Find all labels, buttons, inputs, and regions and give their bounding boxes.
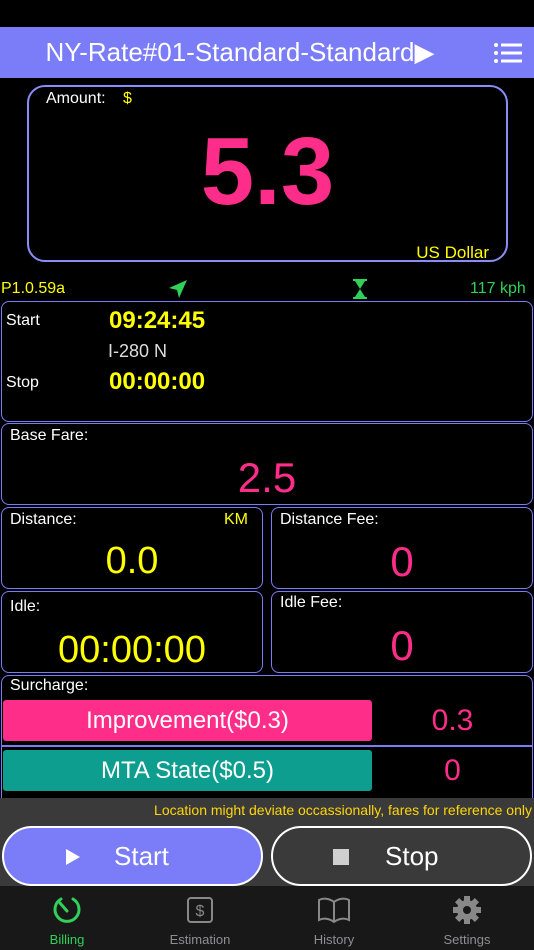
tab-label: Billing <box>49 932 85 947</box>
trip-panel: Start 09:24:45 I-280 N Stop 00:00:00 <box>1 301 533 422</box>
divider <box>1 745 533 747</box>
play-icon <box>64 848 82 866</box>
amount-value: 5.3 <box>200 118 335 225</box>
tab-bar: Billing $ Estimation History Settings <box>0 886 534 950</box>
tab-settings[interactable]: Settings <box>417 886 517 950</box>
speed-number: 117 <box>470 280 496 297</box>
rate-title[interactable]: NY-Rate#01-Standard-Standard▶ <box>0 27 480 78</box>
svg-text:$: $ <box>196 903 205 920</box>
idle-label: Idle: <box>10 598 41 615</box>
currency-symbol: $ <box>123 90 132 107</box>
surcharge-mta-toggle[interactable]: MTA State($0.5) <box>3 750 372 791</box>
idle-fee-panel: Idle Fee: 0 <box>271 591 533 673</box>
stop-button[interactable]: Stop <box>271 826 532 886</box>
start-label: Start <box>6 312 40 329</box>
start-button-label: Start <box>114 841 169 871</box>
distance-unit: KM <box>224 511 248 528</box>
idle-value: 00:00:00 <box>58 629 206 671</box>
surcharge-improvement-value: 0.3 <box>374 700 531 741</box>
surcharge-item-value: 0.3 <box>431 704 474 737</box>
currency-name: US Dollar <box>416 243 489 262</box>
surcharge-improvement-toggle[interactable]: Improvement($0.3) <box>3 700 372 741</box>
surcharge-label: Surcharge: <box>10 677 89 694</box>
stop-button-label: Stop <box>385 841 439 871</box>
tab-billing[interactable]: Billing <box>17 886 117 950</box>
gauge-icon <box>52 895 82 925</box>
tab-estimation[interactable]: $ Estimation <box>150 886 250 950</box>
tab-label: History <box>313 932 355 947</box>
stop-label: Stop <box>6 374 39 391</box>
surcharge-item-value: 0 <box>444 754 461 787</box>
distance-fee-panel: Distance Fee: 0 <box>271 507 533 589</box>
distance-value: 0.0 <box>105 540 159 582</box>
gear-icon <box>452 895 482 925</box>
speed-unit: kph <box>499 280 526 297</box>
idle-panel: Idle: 00:00:00 <box>1 591 263 673</box>
dollar-sign-icon: $ <box>186 896 214 924</box>
location-arrow-icon <box>168 279 188 299</box>
stop-time: 00:00:00 <box>109 368 206 395</box>
amount-panel: Amount: $ 5.3 US Dollar <box>27 85 508 262</box>
distance-label: Distance: <box>10 511 77 528</box>
start-button[interactable]: Start <box>2 826 263 886</box>
version-label: P1.0.59a <box>1 280 66 297</box>
idle-fee-value: 0 <box>390 622 414 669</box>
location-notice: Location might deviate occassionally, fa… <box>154 802 532 818</box>
surcharge-mta-value: 0 <box>374 750 531 791</box>
surcharge-item-label: MTA State($0.5) <box>101 757 274 784</box>
base-fare-panel: Base Fare: 2.5 <box>1 423 533 505</box>
distance-fee-value: 0 <box>390 538 414 585</box>
idle-fee-label: Idle Fee: <box>280 594 343 611</box>
book-icon <box>317 897 351 924</box>
base-fare-value: 2.5 <box>237 454 297 501</box>
tab-label: Settings <box>443 932 491 947</box>
base-fare-label: Base Fare: <box>10 427 89 444</box>
tab-history[interactable]: History <box>284 886 384 950</box>
stop-icon <box>333 849 349 865</box>
amount-label: Amount: <box>46 90 106 107</box>
hourglass-icon <box>352 279 368 299</box>
speed-value: 117 kph <box>470 280 526 298</box>
start-time: 09:24:45 <box>109 307 206 334</box>
tab-label: Estimation <box>169 932 231 947</box>
top-bar: NY-Rate#01-Standard-Standard▶ <box>0 27 534 78</box>
list-icon[interactable] <box>494 42 522 64</box>
surcharge-item-label: Improvement($0.3) <box>86 707 289 734</box>
distance-panel: Distance: KM 0.0 <box>1 507 263 589</box>
distance-fee-label: Distance Fee: <box>280 511 379 528</box>
current-location: I-280 N <box>108 341 168 361</box>
